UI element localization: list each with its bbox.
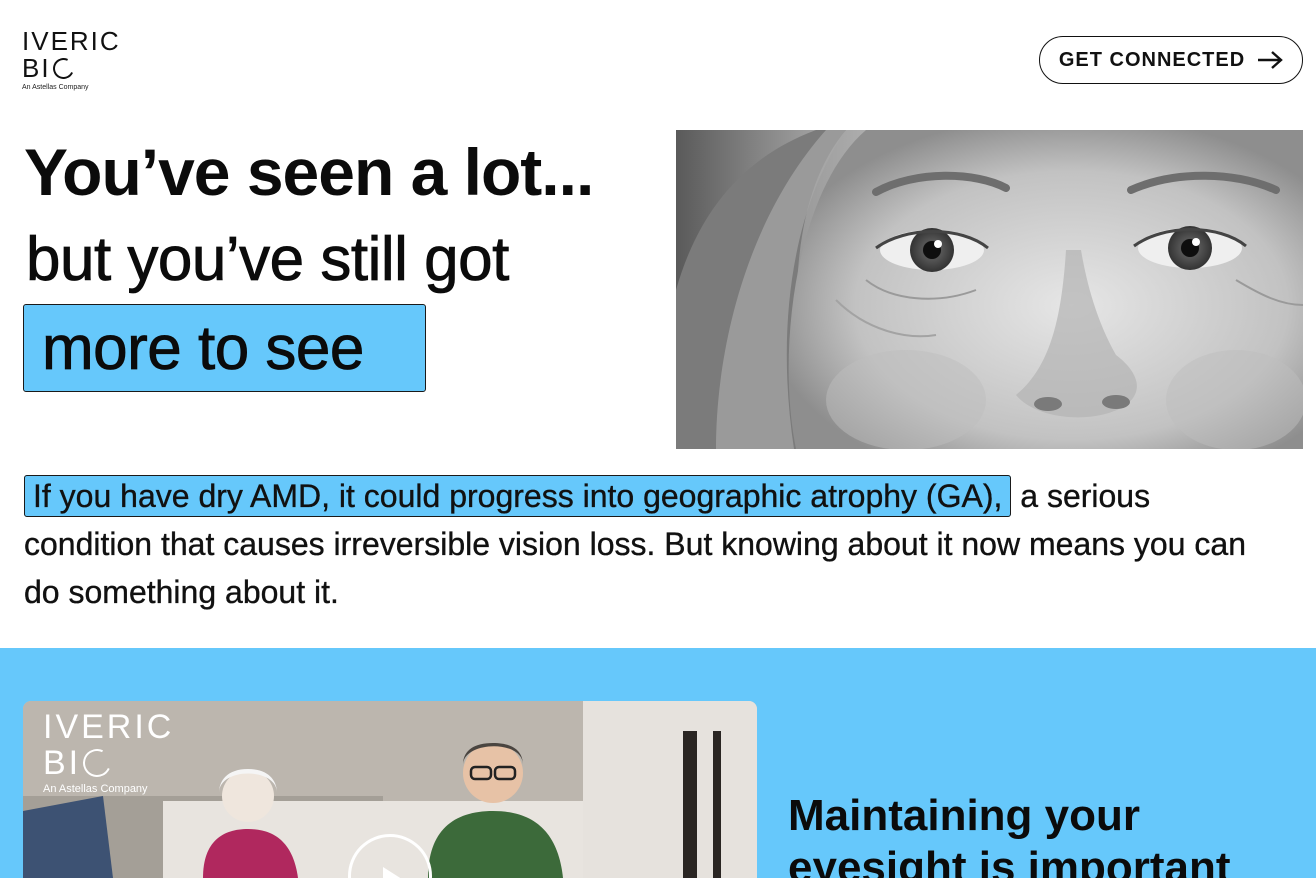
portrait-illustration <box>676 130 1303 449</box>
video-logo-line2: BI <box>43 745 174 781</box>
video-logo-bi: BI <box>43 744 82 782</box>
logo-o-mark <box>49 55 77 82</box>
logo-wordmark-bi: BI <box>22 53 51 83</box>
hero-highlight-text: more to see <box>42 313 365 383</box>
hero-highlight-box: more to see <box>23 304 426 392</box>
hero-headline-line1: You’ve seen a lot... <box>24 135 594 209</box>
arrow-right-icon <box>1258 51 1283 69</box>
hero-portrait-image <box>676 130 1303 449</box>
logo-wordmark-line2: BI <box>22 55 132 82</box>
logo-wordmark-line1: IVERIC <box>22 26 121 56</box>
brand-logo[interactable]: IVERIC BI An Astellas Company <box>22 28 132 92</box>
video-player[interactable]: IVERIC BI An Astellas Company <box>23 701 757 878</box>
hero-headline-line2: but you’ve still got <box>26 225 510 295</box>
video-logo-o-mark <box>79 745 116 781</box>
logo-tagline: An Astellas Company <box>22 84 89 91</box>
get-connected-label: GET CONNECTED <box>1058 48 1246 71</box>
intro-highlight: If you have dry AMD, it could progress i… <box>24 475 1012 517</box>
section-title: Maintaining your eyesight is important <box>788 791 1231 878</box>
get-connected-button[interactable]: GET CONNECTED <box>1039 36 1303 84</box>
play-icon <box>383 867 405 878</box>
video-logo-line1: IVERIC <box>43 708 175 746</box>
video-logo: IVERIC BI An Astellas Company <box>43 709 174 795</box>
intro-paragraph: If you have dry AMD, it could progress i… <box>24 472 1274 616</box>
video-logo-tagline: An Astellas Company <box>43 783 148 795</box>
